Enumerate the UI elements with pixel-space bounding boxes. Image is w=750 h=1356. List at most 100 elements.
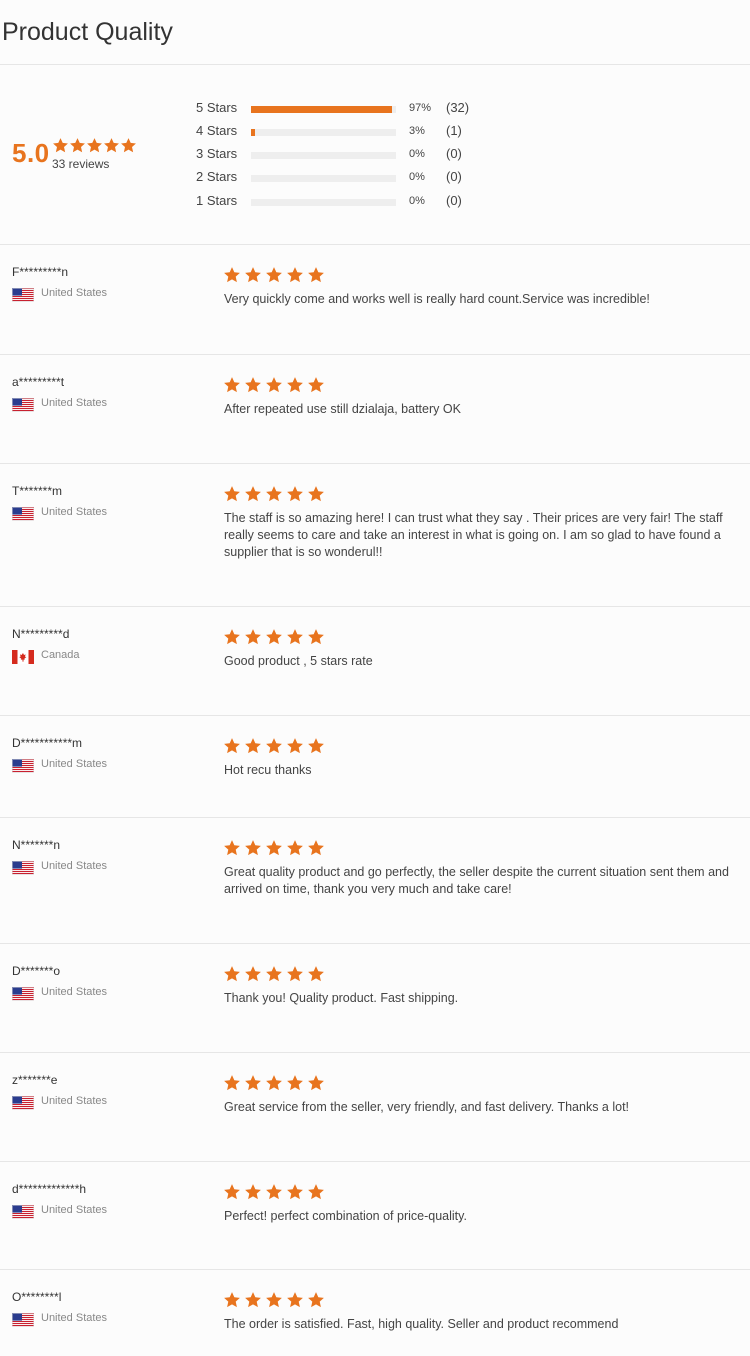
reviewer-name: N*******n [12,838,61,852]
star-icon [308,1184,324,1200]
review-text: Hot recu thanks [224,763,312,777]
review-item: N*******n United States Great quality pr… [0,818,750,943]
review-stars [223,737,325,755]
star-icon [287,840,303,856]
star-icon [245,629,261,645]
review-item: T*******m United States The staff is so … [0,464,750,606]
country-name: United States [41,1204,108,1216]
star-icon [308,1292,324,1308]
star-icon [266,1292,282,1308]
review-stars [223,1074,325,1092]
star-icon [266,840,282,856]
review-item: N*********d Canada Good product , 5 star… [0,607,750,715]
distribution-row-1[interactable]: 1 Stars 0% (0) [196,192,496,210]
reviewer-name: F*********n [12,265,69,279]
star-icon [266,486,282,502]
reviewer-name: O********l [12,1290,62,1304]
us-flag-icon [12,1313,34,1327]
us-flag-icon [12,861,34,875]
star-icon [224,1292,240,1308]
star-icon [266,1184,282,1200]
country-name: United States [41,1312,108,1324]
us-flag-icon [12,288,34,302]
distribution-row-2[interactable]: 2 Stars 0% (0) [196,168,496,186]
page-title: Product Quality [2,18,173,46]
country-name: United States [41,860,108,872]
review-text: Very quickly come and works well is real… [224,292,650,306]
star-icon [104,138,119,153]
star-icon [266,629,282,645]
star-icon [245,1292,261,1308]
star-icon [266,966,282,982]
us-flag-icon [12,759,34,773]
review-item: D*******o United States Thank you! Quali… [0,944,750,1052]
review-item: d*************h United States Perfect! p… [0,1162,750,1269]
review-stars [223,628,325,646]
star-icon [224,1184,240,1200]
review-stars [223,1183,325,1201]
star-icon [308,267,324,283]
star-icon [245,840,261,856]
country-name: United States [41,506,108,518]
distribution-bar [251,175,396,182]
star-icon [287,1075,303,1091]
distribution-row-3[interactable]: 3 Stars 0% (0) [196,145,496,163]
star-icon [245,738,261,754]
distribution-bar [251,129,396,136]
star-icon [287,267,303,283]
star-icon [245,267,261,283]
distribution-percent: 0% [409,195,425,207]
review-item: D***********m United States Hot recu tha… [0,716,750,817]
star-icon [308,840,324,856]
reviewer-name: T*******m [12,484,63,498]
star-icon [70,138,85,153]
distribution-bar [251,106,396,113]
star-icon [287,1292,303,1308]
distribution-count: (0) [446,146,462,161]
star-icon [224,1075,240,1091]
star-icon [287,738,303,754]
star-icon [308,1075,324,1091]
star-icon [287,377,303,393]
star-icon [224,966,240,982]
distribution-label: 2 Stars [196,169,238,184]
distribution-row-5[interactable]: 5 Stars 97% (32) [196,99,496,117]
review-item: z*******e United States Great service fr… [0,1053,750,1161]
distribution-percent: 0% [409,148,425,160]
star-icon [224,840,240,856]
star-icon [308,377,324,393]
reviewer-name: D*******o [12,964,61,978]
us-flag-icon [12,1205,34,1219]
star-icon [308,486,324,502]
star-icon [266,267,282,283]
distribution-label: 5 Stars [196,100,238,115]
reviewer-name: d*************h [12,1182,87,1196]
country-name: United States [41,986,108,998]
star-icon [224,738,240,754]
distribution-count: (0) [446,169,462,184]
distribution-row-4[interactable]: 4 Stars 3% (1) [196,122,496,140]
distribution-percent: 0% [409,171,425,183]
distribution-label: 1 Stars [196,193,238,208]
review-item: F*********n United States Very quickly c… [0,245,750,354]
distribution-count: (0) [446,193,462,208]
review-text: The staff is so amazing here! I can trus… [224,511,723,559]
reviewer-name: z*******e [12,1073,58,1087]
country-name: United States [41,287,108,299]
star-icon [224,629,240,645]
star-icon [245,966,261,982]
distribution-percent: 3% [409,125,425,137]
review-count: 33 reviews [52,157,110,171]
star-icon [266,1075,282,1091]
star-icon [245,1184,261,1200]
review-stars [223,839,325,857]
us-flag-icon [12,507,34,521]
review-stars [223,1291,325,1309]
star-icon [121,138,136,153]
star-icon [224,377,240,393]
us-flag-icon [12,987,34,1001]
star-icon [87,138,102,153]
star-icon [308,966,324,982]
star-icon [266,738,282,754]
distribution-label: 3 Stars [196,146,238,161]
